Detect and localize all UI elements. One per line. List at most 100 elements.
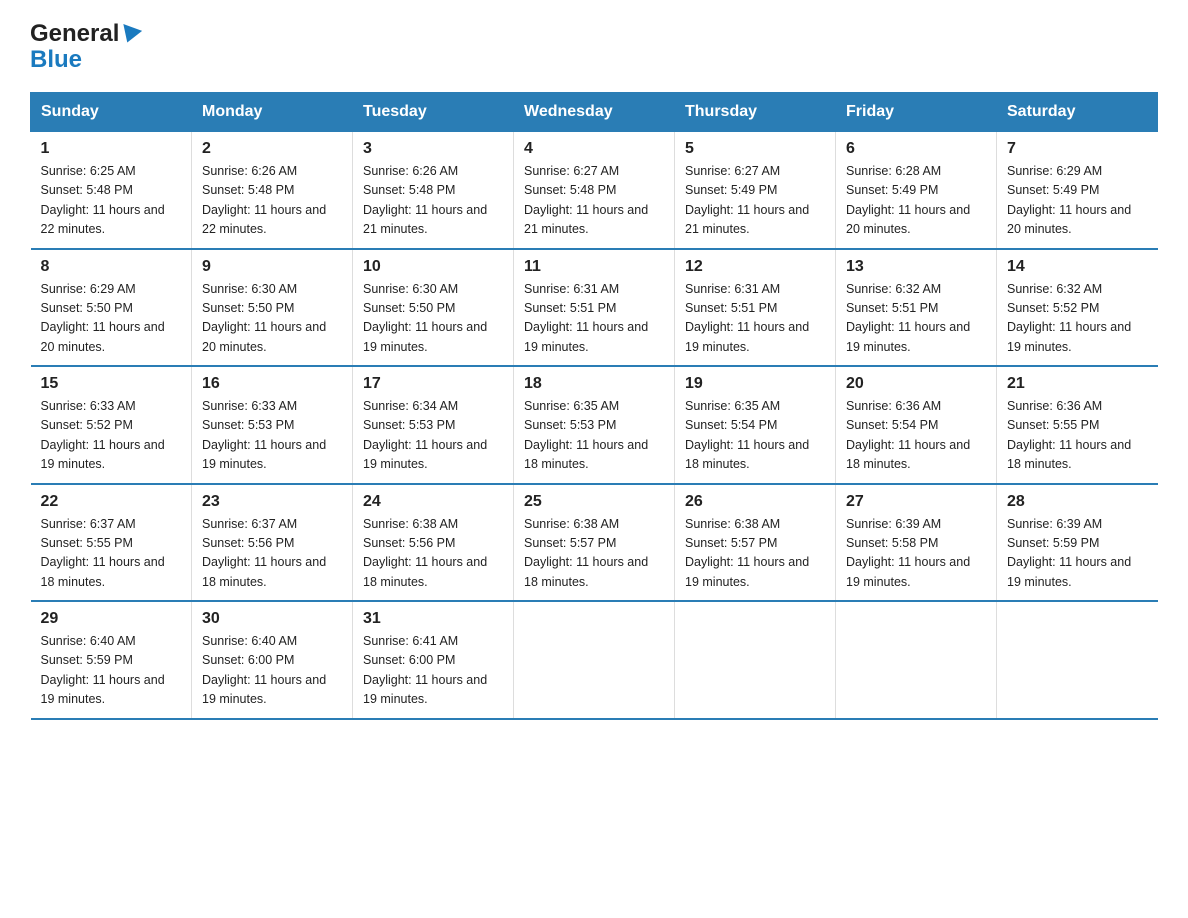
day-number: 31 bbox=[363, 610, 503, 628]
day-number: 11 bbox=[524, 258, 664, 276]
calendar-cell: 1 Sunrise: 6:25 AMSunset: 5:48 PMDayligh… bbox=[31, 132, 192, 249]
weekday-header-saturday: Saturday bbox=[997, 93, 1158, 132]
calendar-cell: 3 Sunrise: 6:26 AMSunset: 5:48 PMDayligh… bbox=[353, 132, 514, 249]
day-number: 13 bbox=[846, 258, 986, 276]
calendar-cell: 31 Sunrise: 6:41 AMSunset: 6:00 PMDaylig… bbox=[353, 601, 514, 719]
day-number: 12 bbox=[685, 258, 825, 276]
day-number: 17 bbox=[363, 375, 503, 393]
calendar-cell: 27 Sunrise: 6:39 AMSunset: 5:58 PMDaylig… bbox=[836, 484, 997, 602]
calendar-cell: 22 Sunrise: 6:37 AMSunset: 5:55 PMDaylig… bbox=[31, 484, 192, 602]
day-info: Sunrise: 6:31 AMSunset: 5:51 PMDaylight:… bbox=[685, 282, 809, 354]
calendar-cell: 15 Sunrise: 6:33 AMSunset: 5:52 PMDaylig… bbox=[31, 366, 192, 484]
day-number: 23 bbox=[202, 493, 342, 511]
day-info: Sunrise: 6:36 AMSunset: 5:54 PMDaylight:… bbox=[846, 399, 970, 471]
day-info: Sunrise: 6:41 AMSunset: 6:00 PMDaylight:… bbox=[363, 634, 487, 706]
day-info: Sunrise: 6:33 AMSunset: 5:53 PMDaylight:… bbox=[202, 399, 326, 471]
day-number: 10 bbox=[363, 258, 503, 276]
page-header: General Blue bbox=[30, 20, 1158, 74]
day-number: 16 bbox=[202, 375, 342, 393]
day-info: Sunrise: 6:36 AMSunset: 5:55 PMDaylight:… bbox=[1007, 399, 1131, 471]
day-number: 2 bbox=[202, 140, 342, 158]
day-number: 19 bbox=[685, 375, 825, 393]
calendar-cell: 20 Sunrise: 6:36 AMSunset: 5:54 PMDaylig… bbox=[836, 366, 997, 484]
calendar-cell bbox=[514, 601, 675, 719]
calendar-cell: 11 Sunrise: 6:31 AMSunset: 5:51 PMDaylig… bbox=[514, 249, 675, 367]
day-info: Sunrise: 6:30 AMSunset: 5:50 PMDaylight:… bbox=[363, 282, 487, 354]
day-number: 21 bbox=[1007, 375, 1148, 393]
day-number: 24 bbox=[363, 493, 503, 511]
logo-text-blue: Blue bbox=[30, 46, 82, 74]
day-info: Sunrise: 6:32 AMSunset: 5:51 PMDaylight:… bbox=[846, 282, 970, 354]
calendar-cell: 19 Sunrise: 6:35 AMSunset: 5:54 PMDaylig… bbox=[675, 366, 836, 484]
calendar-cell: 21 Sunrise: 6:36 AMSunset: 5:55 PMDaylig… bbox=[997, 366, 1158, 484]
weekday-header-wednesday: Wednesday bbox=[514, 93, 675, 132]
day-number: 4 bbox=[524, 140, 664, 158]
day-info: Sunrise: 6:29 AMSunset: 5:50 PMDaylight:… bbox=[41, 282, 165, 354]
calendar-table: SundayMondayTuesdayWednesdayThursdayFrid… bbox=[30, 92, 1158, 720]
day-info: Sunrise: 6:35 AMSunset: 5:54 PMDaylight:… bbox=[685, 399, 809, 471]
calendar-cell: 5 Sunrise: 6:27 AMSunset: 5:49 PMDayligh… bbox=[675, 132, 836, 249]
day-info: Sunrise: 6:34 AMSunset: 5:53 PMDaylight:… bbox=[363, 399, 487, 471]
day-info: Sunrise: 6:32 AMSunset: 5:52 PMDaylight:… bbox=[1007, 282, 1131, 354]
day-info: Sunrise: 6:39 AMSunset: 5:59 PMDaylight:… bbox=[1007, 517, 1131, 589]
calendar-cell: 29 Sunrise: 6:40 AMSunset: 5:59 PMDaylig… bbox=[31, 601, 192, 719]
day-info: Sunrise: 6:27 AMSunset: 5:49 PMDaylight:… bbox=[685, 164, 809, 236]
day-number: 8 bbox=[41, 258, 182, 276]
logo-text-general: General bbox=[30, 20, 140, 48]
day-info: Sunrise: 6:38 AMSunset: 5:57 PMDaylight:… bbox=[685, 517, 809, 589]
day-info: Sunrise: 6:38 AMSunset: 5:56 PMDaylight:… bbox=[363, 517, 487, 589]
calendar-cell: 12 Sunrise: 6:31 AMSunset: 5:51 PMDaylig… bbox=[675, 249, 836, 367]
day-info: Sunrise: 6:37 AMSunset: 5:56 PMDaylight:… bbox=[202, 517, 326, 589]
calendar-cell bbox=[836, 601, 997, 719]
day-number: 3 bbox=[363, 140, 503, 158]
day-number: 1 bbox=[41, 140, 182, 158]
day-number: 6 bbox=[846, 140, 986, 158]
day-info: Sunrise: 6:29 AMSunset: 5:49 PMDaylight:… bbox=[1007, 164, 1131, 236]
calendar-cell: 25 Sunrise: 6:38 AMSunset: 5:57 PMDaylig… bbox=[514, 484, 675, 602]
day-info: Sunrise: 6:35 AMSunset: 5:53 PMDaylight:… bbox=[524, 399, 648, 471]
calendar-cell: 24 Sunrise: 6:38 AMSunset: 5:56 PMDaylig… bbox=[353, 484, 514, 602]
day-info: Sunrise: 6:40 AMSunset: 6:00 PMDaylight:… bbox=[202, 634, 326, 706]
weekday-header-friday: Friday bbox=[836, 93, 997, 132]
calendar-cell: 6 Sunrise: 6:28 AMSunset: 5:49 PMDayligh… bbox=[836, 132, 997, 249]
day-number: 29 bbox=[41, 610, 182, 628]
logo-triangle-icon bbox=[118, 24, 142, 46]
calendar-cell bbox=[997, 601, 1158, 719]
weekday-header-monday: Monday bbox=[192, 93, 353, 132]
day-info: Sunrise: 6:30 AMSunset: 5:50 PMDaylight:… bbox=[202, 282, 326, 354]
calendar-cell: 2 Sunrise: 6:26 AMSunset: 5:48 PMDayligh… bbox=[192, 132, 353, 249]
day-info: Sunrise: 6:39 AMSunset: 5:58 PMDaylight:… bbox=[846, 517, 970, 589]
calendar-header: SundayMondayTuesdayWednesdayThursdayFrid… bbox=[31, 93, 1158, 132]
calendar-cell: 17 Sunrise: 6:34 AMSunset: 5:53 PMDaylig… bbox=[353, 366, 514, 484]
day-number: 7 bbox=[1007, 140, 1148, 158]
calendar-cell: 23 Sunrise: 6:37 AMSunset: 5:56 PMDaylig… bbox=[192, 484, 353, 602]
day-info: Sunrise: 6:31 AMSunset: 5:51 PMDaylight:… bbox=[524, 282, 648, 354]
calendar-cell: 18 Sunrise: 6:35 AMSunset: 5:53 PMDaylig… bbox=[514, 366, 675, 484]
day-number: 20 bbox=[846, 375, 986, 393]
calendar-cell: 14 Sunrise: 6:32 AMSunset: 5:52 PMDaylig… bbox=[997, 249, 1158, 367]
calendar-cell: 28 Sunrise: 6:39 AMSunset: 5:59 PMDaylig… bbox=[997, 484, 1158, 602]
day-number: 25 bbox=[524, 493, 664, 511]
day-info: Sunrise: 6:33 AMSunset: 5:52 PMDaylight:… bbox=[41, 399, 165, 471]
logo: General Blue bbox=[30, 20, 140, 74]
week-row-3: 15 Sunrise: 6:33 AMSunset: 5:52 PMDaylig… bbox=[31, 366, 1158, 484]
calendar-cell: 7 Sunrise: 6:29 AMSunset: 5:49 PMDayligh… bbox=[997, 132, 1158, 249]
week-row-4: 22 Sunrise: 6:37 AMSunset: 5:55 PMDaylig… bbox=[31, 484, 1158, 602]
day-info: Sunrise: 6:25 AMSunset: 5:48 PMDaylight:… bbox=[41, 164, 165, 236]
day-info: Sunrise: 6:26 AMSunset: 5:48 PMDaylight:… bbox=[202, 164, 326, 236]
day-info: Sunrise: 6:37 AMSunset: 5:55 PMDaylight:… bbox=[41, 517, 165, 589]
week-row-5: 29 Sunrise: 6:40 AMSunset: 5:59 PMDaylig… bbox=[31, 601, 1158, 719]
day-info: Sunrise: 6:26 AMSunset: 5:48 PMDaylight:… bbox=[363, 164, 487, 236]
weekday-header-tuesday: Tuesday bbox=[353, 93, 514, 132]
day-number: 27 bbox=[846, 493, 986, 511]
day-number: 5 bbox=[685, 140, 825, 158]
day-number: 18 bbox=[524, 375, 664, 393]
week-row-2: 8 Sunrise: 6:29 AMSunset: 5:50 PMDayligh… bbox=[31, 249, 1158, 367]
day-number: 22 bbox=[41, 493, 182, 511]
day-number: 30 bbox=[202, 610, 342, 628]
calendar-cell: 16 Sunrise: 6:33 AMSunset: 5:53 PMDaylig… bbox=[192, 366, 353, 484]
day-info: Sunrise: 6:28 AMSunset: 5:49 PMDaylight:… bbox=[846, 164, 970, 236]
calendar-cell: 9 Sunrise: 6:30 AMSunset: 5:50 PMDayligh… bbox=[192, 249, 353, 367]
calendar-cell: 26 Sunrise: 6:38 AMSunset: 5:57 PMDaylig… bbox=[675, 484, 836, 602]
calendar-cell: 8 Sunrise: 6:29 AMSunset: 5:50 PMDayligh… bbox=[31, 249, 192, 367]
